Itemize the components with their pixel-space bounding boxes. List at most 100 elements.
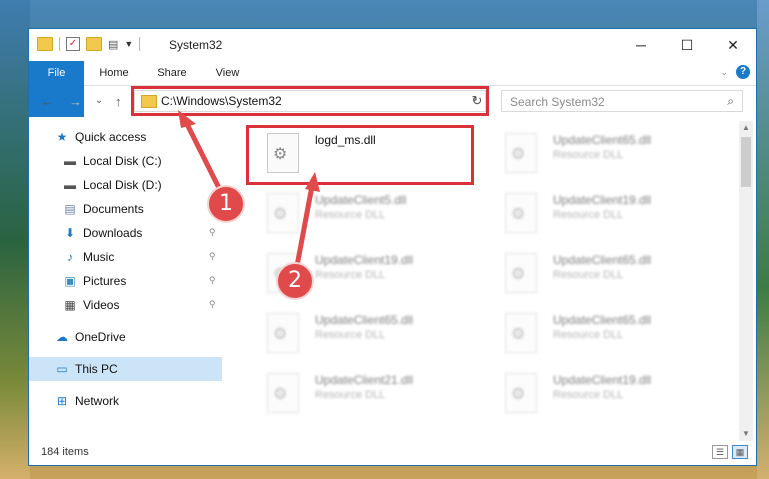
vertical-scrollbar[interactable]: ▲ ▼ [739,121,753,441]
sidebar-item[interactable]: ▦ Videos ⚲ [29,293,222,317]
videos-icon: ▦ [64,298,76,312]
sidebar-item[interactable]: ▣ Pictures ⚲ [29,269,222,293]
gear-icon: ⚙ [511,146,526,163]
sidebar-item[interactable]: ⬇ Downloads ⚲ [29,221,222,245]
callout-step-1: 1 [207,185,245,223]
file-item[interactable]: ⚙ UpdateClient65.dll Resource DLL [249,307,469,363]
sidebar-item[interactable]: ▭ This PC [29,357,222,381]
sidebar-item-label: Documents [83,202,144,216]
sidebar-item-label: Quick access [75,130,147,144]
desktop-background-left [0,0,30,479]
title-bar: ✓ ▤ ▼ System32 ─ ☐ ✕ [29,29,756,61]
expand-ribbon-icon[interactable]: ⌄ [720,67,728,78]
up-button[interactable]: ↑ [115,94,122,109]
dll-file-icon: ⚙ [505,133,537,173]
file-item[interactable]: ⚙ UpdateClient65.dll Resource DLL [487,307,707,363]
search-box[interactable]: Search System32 ⌕ [501,90,743,112]
pin-icon[interactable]: ⚲ [209,275,216,286]
search-icon[interactable]: ⌕ [727,94,734,109]
folder-icon [37,37,53,51]
gear-icon: ⚙ [273,386,288,403]
sidebar-item-label: Music [83,250,115,264]
details-view-icon[interactable]: ☰ [712,445,728,459]
help-icon[interactable]: ? [736,65,750,79]
gear-icon: ⚙ [511,386,526,403]
file-item[interactable]: ⚙ UpdateClient19.dll Resource DLL [487,187,707,243]
tab-share[interactable]: Share [147,61,197,85]
status-bar: 184 items ☰ ▦ [29,441,756,465]
dll-file-icon: ⚙ [267,373,299,413]
sidebar-item[interactable]: ▬ Local Disk (C:) [29,149,222,173]
file-item[interactable]: ⚙ UpdateClient5.dll Resource DLL [249,187,469,243]
file-name: UpdateClient65.dll [315,313,414,327]
sidebar-item[interactable]: ▬ Local Disk (D:) [29,173,222,197]
documents-icon: ▤ [64,202,76,216]
minimize-button[interactable]: ─ [618,29,664,61]
sidebar-item-label: Pictures [83,274,127,288]
sidebar-item-label: Videos [83,298,120,312]
forward-button[interactable]: → [69,94,82,109]
pin-icon[interactable]: ⚲ [209,227,216,238]
file-item[interactable]: ⚙ UpdateClient65.dll Resource DLL [487,247,707,303]
scroll-thumb[interactable] [741,137,751,187]
properties-check-icon[interactable]: ✓ [66,37,80,51]
window-controls: ─ ☐ ✕ [618,29,756,61]
maximize-button[interactable]: ☐ [664,29,710,61]
desktop-background-right [757,0,769,479]
drive-icon: ▬ [64,154,76,168]
divider [59,37,60,51]
tab-view[interactable]: View [205,61,250,85]
address-highlight-box [131,86,489,116]
file-highlight-box [246,125,474,185]
file-name: UpdateClient19.dll [315,253,414,267]
scroll-up-icon[interactable]: ▲ [739,121,753,135]
divider [139,37,141,51]
sidebar-item-label: Local Disk (C:) [83,154,162,168]
ribbon-right: ⌄ ? [720,65,750,79]
file-type: Resource DLL [553,269,624,281]
downloads-icon: ⬇ [64,226,76,240]
view-buttons: ☰ ▦ [712,445,748,459]
dll-file-icon: ⚙ [505,253,537,293]
file-item[interactable]: ⚙ UpdateClient65.dll Resource DLL [487,127,707,183]
file-item[interactable]: ⚙ UpdateClient19.dll Resource DLL [487,367,707,423]
music-icon: ♪ [67,250,73,264]
sidebar-item[interactable]: ♪ Music ⚲ [29,245,222,269]
gear-icon: ⚙ [511,206,526,223]
pin-icon[interactable]: ⚲ [209,299,216,310]
drive-icon: ▬ [64,178,76,192]
gear-icon: ⚙ [273,206,288,223]
scroll-down-icon[interactable]: ▼ [739,427,753,441]
sidebar-item[interactable]: ⊞ Network [29,389,222,413]
sidebar-item[interactable]: ▤Documents⚲ [29,197,222,221]
close-button[interactable]: ✕ [710,29,756,61]
file-name: UpdateClient5.dll [315,193,407,207]
sidebar-item[interactable]: ☁ OneDrive [29,325,222,349]
file-type: Resource DLL [553,149,624,161]
window-title: System32 [169,38,223,52]
back-button[interactable]: ← [41,94,54,109]
pin-icon[interactable]: ⚲ [209,251,216,262]
file-name: UpdateClient21.dll [315,373,414,387]
gear-icon: ⚙ [273,326,288,343]
search-input[interactable]: Search System32 [510,95,605,109]
dll-file-icon: ⚙ [267,193,299,233]
file-item[interactable]: ⚙ UpdateClient21.dll Resource DLL [249,367,469,423]
tiles-view-icon[interactable]: ▦ [732,445,748,459]
sidebar-item-label: Local Disk (D:) [83,178,162,192]
file-name: UpdateClient65.dll [553,133,652,147]
customize-toolbar-icon[interactable]: ▤ [108,38,118,51]
dll-file-icon: ⚙ [505,193,537,233]
new-folder-icon[interactable] [86,37,102,51]
cloud-icon: ☁ [56,330,68,344]
sidebar-item[interactable]: ★ Quick access [29,125,222,149]
file-type: Resource DLL [315,209,386,221]
recent-locations-button[interactable]: ⌄ [95,95,103,106]
dll-file-icon: ⚙ [505,373,537,413]
tab-home[interactable]: Home [89,61,139,85]
dll-file-icon: ⚙ [267,313,299,353]
file-name: UpdateClient65.dll [553,313,652,327]
chevron-down-icon[interactable]: ▼ [124,39,133,49]
gear-icon: ⚙ [511,266,526,283]
file-type: Resource DLL [315,389,386,401]
